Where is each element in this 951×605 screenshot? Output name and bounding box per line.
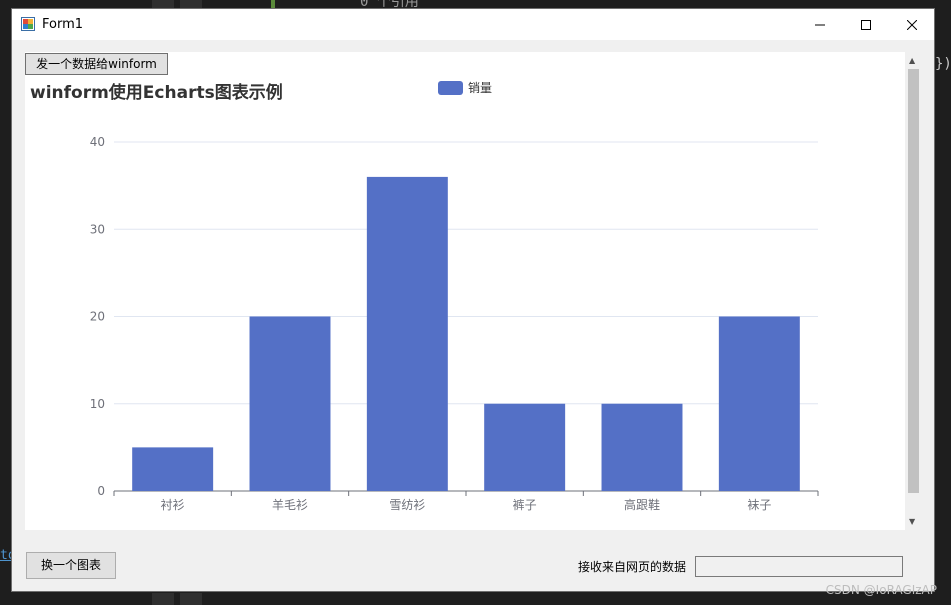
x-tick-label: 衬衫 (161, 498, 185, 512)
editor-side-text: }) (935, 56, 951, 72)
close-button[interactable] (889, 9, 935, 40)
x-tick-label: 裤子 (513, 498, 537, 512)
bar-chart: 0 10 20 30 40 衬衫 羊毛衫 雪纺衫 裤子 高跟鞋 袜子 (90, 135, 819, 512)
maximize-icon (861, 19, 871, 30)
bar-0 (132, 447, 214, 491)
bar-3 (484, 403, 566, 491)
bar-2 (366, 176, 448, 491)
title-bar[interactable]: Form1 (12, 9, 934, 40)
bar-4 (601, 403, 683, 491)
y-tick-label: 20 (90, 310, 105, 324)
scroll-up-icon[interactable]: ▲ (909, 56, 915, 65)
x-tick-label: 雪纺衫 (389, 498, 425, 512)
editor-background-strip (152, 0, 174, 8)
y-tick-label: 40 (90, 135, 105, 149)
maximize-button[interactable] (843, 9, 889, 40)
receive-label: 接收来自网页的数据 (578, 560, 687, 574)
editor-background-strip (180, 0, 202, 8)
x-tick-label: 袜子 (747, 498, 771, 512)
scrollbar-thumb[interactable] (908, 69, 919, 493)
app-icon (21, 17, 35, 31)
close-icon (907, 19, 917, 30)
editor-background-strip (180, 593, 202, 605)
minimize-button[interactable] (797, 9, 843, 40)
chart-webview: 发一个数据给winform winform使用Echarts图表示例 销量 01… (25, 52, 921, 530)
y-tick-label: 30 (90, 222, 105, 236)
y-tick-label: 0 (97, 484, 105, 498)
window-title: Form1 (42, 17, 84, 32)
minimize-icon (815, 24, 825, 25)
bar-1 (249, 316, 331, 491)
vertical-scrollbar[interactable]: ▲ ▼ (905, 52, 921, 530)
editor-background-strip (152, 593, 174, 605)
editor-change-marker (271, 0, 275, 8)
x-tick-label: 羊毛衫 (272, 497, 308, 512)
x-tick-label: 高跟鞋 (624, 497, 660, 512)
watermark: CSDN @IoRAGIzAP (825, 583, 937, 597)
switch-chart-button[interactable]: 换一个图表 (26, 552, 116, 579)
form-window: Form1 发一个数据给winform winform使用Echarts图表示例… (11, 8, 935, 592)
y-tick-label: 10 (90, 397, 105, 411)
receive-data-input[interactable] (695, 556, 903, 577)
scroll-down-icon[interactable]: ▼ (909, 517, 915, 526)
bar-5 (718, 316, 800, 491)
